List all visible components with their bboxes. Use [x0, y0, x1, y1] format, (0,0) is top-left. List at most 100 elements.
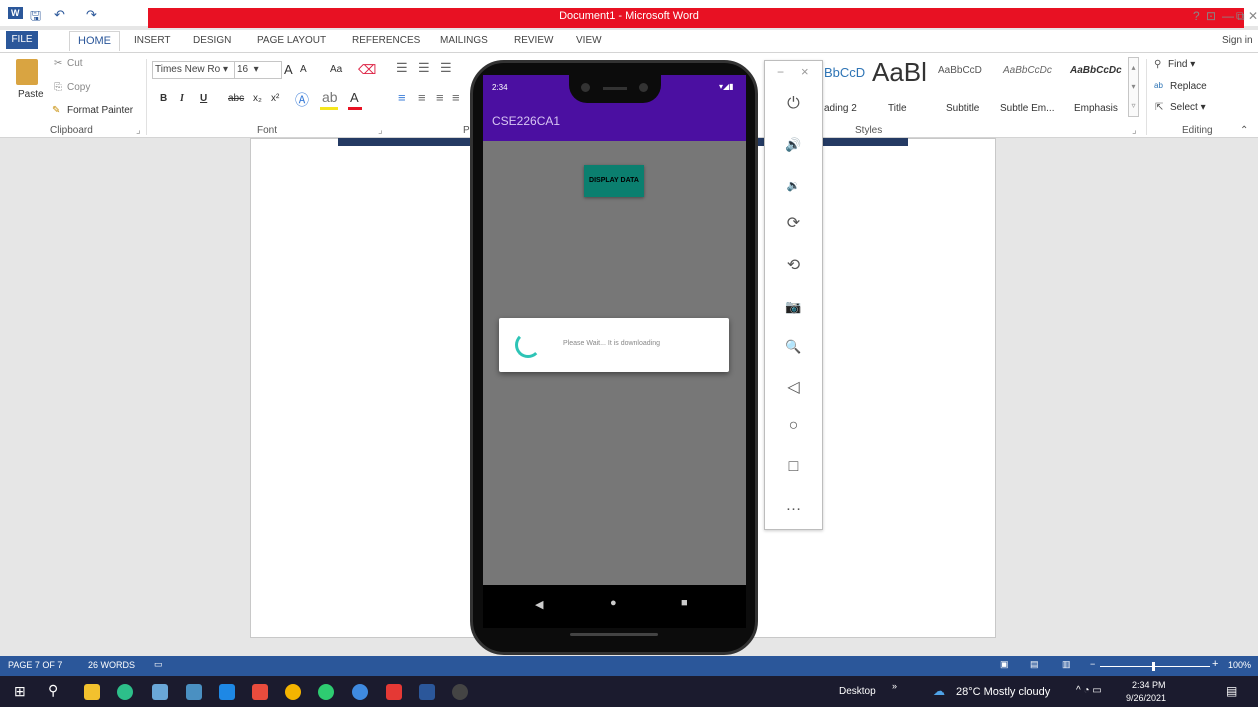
anydesk-icon[interactable] [386, 684, 402, 700]
notifications-icon[interactable]: ▤ [1226, 684, 1237, 698]
word-count[interactable]: 26 WORDS [88, 660, 135, 670]
text-effects-icon[interactable]: Ⓐ [295, 90, 309, 110]
multilevel-list-icon[interactable]: ☰ [440, 60, 452, 76]
grow-font-icon[interactable]: A [284, 62, 293, 77]
tab-insert[interactable]: INSERT [134, 35, 171, 46]
font-launcher-icon[interactable]: ⌟ [378, 125, 383, 136]
emulator-close-icon[interactable]: × [801, 64, 809, 79]
copy-button[interactable]: Copy [67, 82, 90, 93]
underline-button[interactable]: U [200, 93, 207, 104]
numbering-icon[interactable]: ☰ [418, 60, 430, 76]
ribbon-display-icon[interactable]: ⊡ [1206, 9, 1216, 23]
tab-view[interactable]: VIEW [576, 35, 602, 46]
vscode-icon[interactable] [219, 684, 235, 700]
clear-formatting-icon[interactable]: ⌫ [358, 62, 376, 78]
tab-file[interactable]: FILE [6, 31, 38, 49]
zoom-in-icon[interactable]: + [1212, 658, 1218, 670]
align-center-icon[interactable]: ≡ [418, 90, 426, 105]
clock-date[interactable]: 9/26/2021 [1126, 693, 1166, 703]
more-icon[interactable]: … [765, 497, 822, 515]
office-icon[interactable] [252, 684, 268, 700]
zoom-slider-thumb[interactable] [1152, 662, 1155, 671]
tab-mailings[interactable]: MAILINGS [440, 35, 488, 46]
font-name-select[interactable]: Times New Ro ▾ [152, 61, 236, 79]
chrome-icon[interactable] [285, 684, 301, 700]
paste-button[interactable]: Paste [18, 89, 44, 100]
close-icon[interactable]: ✕ [1248, 9, 1258, 23]
font-size-select[interactable]: 16 ▾ [234, 61, 282, 79]
align-left-icon[interactable]: ≡ [398, 90, 406, 105]
zoom-icon[interactable]: 🔍 [765, 339, 822, 355]
volume-down-icon[interactable]: 🔉 [765, 179, 822, 192]
cut-button[interactable]: Cut [67, 58, 83, 69]
zoom-slider[interactable] [1100, 666, 1210, 667]
print-layout-icon[interactable]: ▤ [1030, 659, 1039, 670]
paste-icon[interactable] [16, 59, 38, 85]
style-subtitle-preview[interactable]: AaBbCcD [938, 65, 982, 76]
clipboard-launcher-icon[interactable]: ⌟ [136, 125, 141, 136]
nav-home-icon[interactable]: ● [610, 597, 617, 609]
zoom-out-icon[interactable]: − [1090, 659, 1095, 669]
format-painter-button[interactable]: Format Painter [67, 105, 133, 116]
power-icon[interactable]: ⏻ [765, 95, 822, 113]
tray-icons[interactable]: ^ ◔ ▭ [1076, 685, 1102, 696]
weather-text[interactable]: 28°C Mostly cloudy [956, 686, 1050, 698]
tab-review[interactable]: REVIEW [514, 35, 553, 46]
rotate-right-icon[interactable]: ⟲ [765, 255, 822, 275]
tab-home[interactable]: HOME [69, 31, 120, 51]
minimize-icon[interactable]: — [1222, 9, 1234, 23]
screenshot-icon[interactable]: 📷 [765, 299, 822, 315]
tab-page-layout[interactable]: PAGE LAYOUT [257, 35, 326, 46]
tab-references[interactable]: REFERENCES [352, 35, 420, 46]
strikethrough-button[interactable]: abc [228, 93, 244, 104]
home-icon[interactable]: ○ [765, 417, 822, 435]
emulator-taskbar-icon[interactable] [452, 684, 468, 700]
zoom-level[interactable]: 100% [1228, 660, 1251, 670]
styles-launcher-icon[interactable]: ⌟ [1132, 125, 1137, 136]
sign-in-link[interactable]: Sign in [1222, 35, 1253, 46]
bullets-icon[interactable]: ☰ [396, 60, 408, 76]
chevron-icon[interactable]: » [892, 681, 897, 691]
help-icon[interactable]: ? [1193, 9, 1200, 23]
style-subtle-emphasis-preview[interactable]: AaBbCcDc [1003, 65, 1052, 76]
maximize-icon[interactable]: ⧉ [1236, 9, 1245, 24]
back-icon[interactable]: ◁ [765, 377, 822, 397]
clock-time[interactable]: 2:34 PM [1132, 680, 1166, 690]
page-count[interactable]: PAGE 7 OF 7 [8, 660, 62, 670]
nav-back-icon[interactable]: ◀ [535, 598, 543, 611]
style-title-preview[interactable]: AaBl [872, 57, 927, 88]
change-case-button[interactable]: Aa [330, 64, 342, 75]
font-color-icon[interactable]: A [350, 90, 359, 105]
volume-up-icon[interactable]: 🔊 [765, 137, 822, 153]
replace-button[interactable]: Replace [1170, 81, 1207, 92]
app-icon[interactable] [352, 684, 368, 700]
start-icon[interactable]: ⊞ [14, 683, 26, 700]
styles-scroll[interactable]: ▴ ▾ ▿ [1128, 57, 1139, 117]
android-studio-icon[interactable] [318, 684, 334, 700]
read-mode-icon[interactable]: ▣ [1000, 659, 1009, 670]
paint-icon[interactable] [152, 684, 168, 700]
proofing-icon[interactable]: ▭ [154, 659, 163, 670]
find-button[interactable]: Find ▾ [1168, 59, 1195, 70]
word-taskbar-icon[interactable] [419, 684, 435, 700]
rotate-left-icon[interactable]: ⟳ [765, 213, 822, 233]
edge-icon[interactable] [117, 684, 133, 700]
subscript-button[interactable]: x₂ [253, 93, 262, 104]
shrink-font-icon[interactable]: A [300, 64, 307, 75]
collapse-ribbon-icon[interactable]: ⌃ [1240, 125, 1248, 136]
bold-button[interactable]: B [160, 93, 167, 104]
nav-recents-icon[interactable]: ■ [681, 597, 688, 609]
justify-icon[interactable]: ≡ [452, 90, 460, 105]
highlight-icon[interactable]: ab [322, 89, 338, 105]
italic-button[interactable]: I [180, 93, 184, 104]
style-heading2-preview[interactable]: BbCcD [824, 65, 865, 80]
superscript-button[interactable]: x² [271, 93, 279, 104]
select-button[interactable]: Select ▾ [1170, 102, 1206, 113]
search-icon[interactable]: ⚲ [48, 682, 58, 699]
emulator-minimize-icon[interactable]: − [777, 65, 784, 79]
file-explorer-icon[interactable] [84, 684, 100, 700]
display-data-button[interactable]: DISPLAY DATA [584, 165, 644, 197]
web-layout-icon[interactable]: ▥ [1062, 659, 1071, 670]
desktop-toolbar[interactable]: Desktop [839, 686, 876, 697]
align-right-icon[interactable]: ≡ [436, 90, 444, 105]
